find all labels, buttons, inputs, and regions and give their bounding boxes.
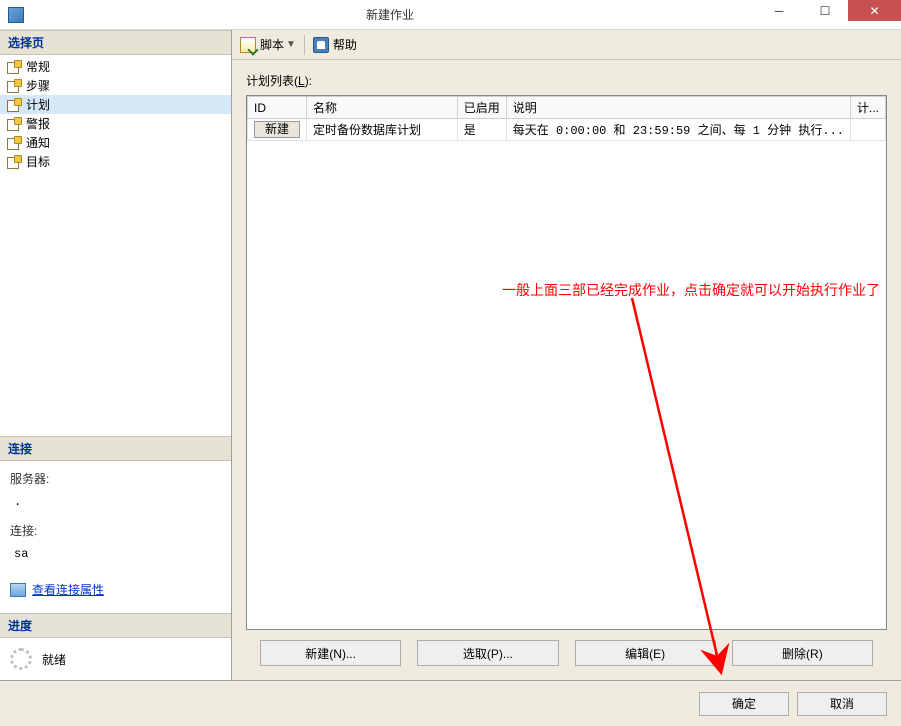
minimize-button[interactable]: ─ xyxy=(756,0,802,21)
col-name[interactable]: 名称 xyxy=(307,97,458,119)
nav-label: 常规 xyxy=(26,58,50,75)
script-icon xyxy=(240,37,256,53)
link-label: 查看连接属性 xyxy=(32,580,104,602)
progress-header: 进度 xyxy=(0,613,231,638)
col-enabled[interactable]: 已启用 xyxy=(457,97,506,119)
window-title: 新建作业 xyxy=(24,6,756,23)
title-bar: 新建作业 ─ ☐ ✕ xyxy=(0,0,901,30)
grid-button-row: 新建(N)... 选取(P)... 编辑(E) 删除(R) xyxy=(246,630,887,668)
connection-label: 连接: xyxy=(10,524,37,538)
edit-button[interactable]: 编辑(E) xyxy=(575,640,716,666)
col-description[interactable]: 说明 xyxy=(506,97,850,119)
new-button[interactable]: 新建(N)... xyxy=(260,640,401,666)
sidebar: 选择页 常规 步骤 计划 警报 通知 目标 连接 服务器: . 连接: sa 查… xyxy=(0,30,232,680)
page-icon xyxy=(6,98,22,112)
page-icon xyxy=(6,136,22,150)
connection-value: sa xyxy=(14,547,28,561)
nav-item-schedule[interactable]: 计划 xyxy=(0,95,231,114)
server-label: 服务器: xyxy=(10,472,49,486)
schedule-grid[interactable]: ID 名称 已启用 说明 计... 新建 定时备份数据库计划 是 每天在 0:0 xyxy=(246,95,887,630)
toolbar: 脚本 ▼ 帮助 xyxy=(232,30,901,60)
nav-label: 警报 xyxy=(26,115,50,132)
properties-icon xyxy=(10,583,26,597)
ok-button[interactable]: 确定 xyxy=(699,692,789,716)
page-icon xyxy=(6,79,22,93)
content-area: 计划列表(L): ID 名称 已启用 说明 计... xyxy=(232,60,901,680)
cancel-button[interactable]: 取消 xyxy=(797,692,887,716)
pick-button[interactable]: 选取(P)... xyxy=(417,640,558,666)
page-icon xyxy=(6,60,22,74)
row-name: 定时备份数据库计划 xyxy=(307,119,458,141)
row-plan xyxy=(850,119,885,141)
nav-item-alerts[interactable]: 警报 xyxy=(0,114,231,133)
app-icon xyxy=(8,7,24,23)
page-icon xyxy=(6,155,22,169)
progress-panel: 就绪 xyxy=(0,638,231,680)
table-header-row: ID 名称 已启用 说明 计... xyxy=(248,97,886,119)
toolbar-separator xyxy=(304,35,305,55)
row-enabled: 是 xyxy=(457,119,506,141)
page-nav-list: 常规 步骤 计划 警报 通知 目标 xyxy=(0,55,231,173)
nav-label: 步骤 xyxy=(26,77,50,94)
nav-item-general[interactable]: 常规 xyxy=(0,57,231,76)
row-description: 每天在 0:00:00 和 23:59:59 之间、每 1 分钟 执行... xyxy=(506,119,850,141)
view-connection-props-link[interactable]: 查看连接属性 xyxy=(10,580,104,602)
nav-item-notify[interactable]: 通知 xyxy=(0,133,231,152)
window-buttons: ─ ☐ ✕ xyxy=(756,0,901,29)
col-id[interactable]: ID xyxy=(248,97,307,119)
nav-label: 通知 xyxy=(26,134,50,151)
help-button[interactable]: 帮助 xyxy=(333,36,357,53)
server-value: . xyxy=(14,495,21,509)
nav-label: 计划 xyxy=(26,96,50,113)
nav-label: 目标 xyxy=(26,153,50,170)
row-id-button[interactable]: 新建 xyxy=(254,121,300,138)
col-plan[interactable]: 计... xyxy=(850,97,885,119)
nav-item-targets[interactable]: 目标 xyxy=(0,152,231,171)
connection-header: 连接 xyxy=(0,436,231,461)
page-icon xyxy=(6,117,22,131)
close-button[interactable]: ✕ xyxy=(848,0,901,21)
dialog-footer: 确定 取消 xyxy=(0,680,901,726)
table-row[interactable]: 新建 定时备份数据库计划 是 每天在 0:00:00 和 23:59:59 之间… xyxy=(248,119,886,141)
delete-button[interactable]: 删除(R) xyxy=(732,640,873,666)
main-panel: 脚本 ▼ 帮助 计划列表(L): ID 名称 已启用 说明 计 xyxy=(232,30,901,680)
connection-panel: 服务器: . 连接: sa 查看连接属性 xyxy=(0,461,231,613)
progress-ring-icon xyxy=(10,648,32,670)
nav-item-steps[interactable]: 步骤 xyxy=(0,76,231,95)
maximize-button[interactable]: ☐ xyxy=(802,0,848,21)
script-dropdown-icon[interactable]: ▼ xyxy=(286,39,296,50)
help-icon xyxy=(313,37,329,53)
script-button[interactable]: 脚本 xyxy=(260,36,284,53)
progress-status: 就绪 xyxy=(42,651,66,668)
select-page-header: 选择页 xyxy=(0,30,231,55)
schedule-list-label: 计划列表(L): xyxy=(246,72,887,89)
